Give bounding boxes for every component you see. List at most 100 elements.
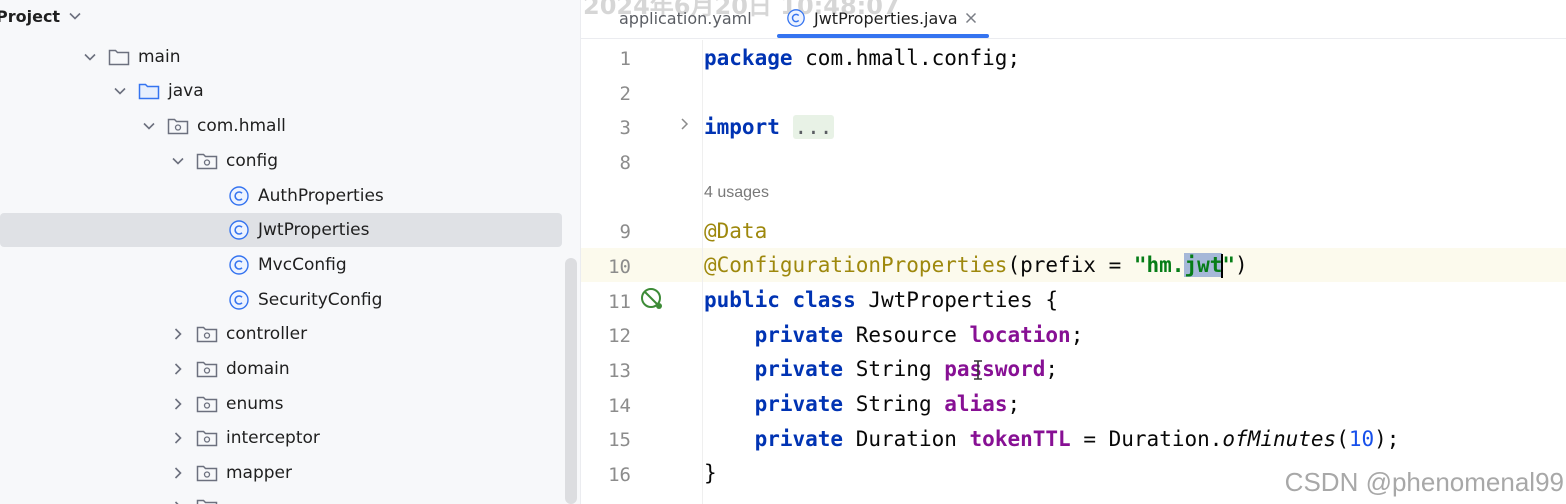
yaml-file-icon (591, 8, 611, 28)
tree-item-domain[interactable]: domain (0, 352, 562, 386)
indent-guide (702, 40, 703, 504)
tree-item-label: main (138, 47, 181, 67)
source-folder-icon (138, 80, 160, 102)
code-token: "hm. (1133, 253, 1185, 277)
close-icon[interactable] (964, 11, 978, 25)
class-icon (228, 219, 250, 241)
tree-item-authproperties[interactable]: AuthProperties (0, 179, 562, 213)
tree-item-interceptor[interactable]: interceptor (0, 421, 562, 455)
line-number: 14 (608, 395, 631, 417)
chevron-down-icon[interactable] (168, 151, 188, 171)
chevron-down-icon[interactable] (139, 116, 159, 136)
tree-item-mvcconfig[interactable]: MvcConfig (0, 248, 562, 282)
code-line-11[interactable]: public class JwtProperties { (704, 283, 1058, 317)
active-tab-indicator (777, 34, 989, 38)
tree-item-partial[interactable] (0, 490, 562, 504)
code-token: private (754, 427, 844, 451)
code-token: tokenTTL (969, 427, 1071, 451)
tree-item-enums[interactable]: enums (0, 387, 562, 421)
selected-text: jwt (1184, 253, 1223, 277)
tree-item-label: MvcConfig (258, 255, 347, 275)
code-token: String (843, 357, 945, 381)
tree-item-config[interactable]: config (0, 144, 562, 178)
class-icon (786, 8, 806, 28)
code-line-9[interactable]: @Data (704, 214, 767, 248)
tree-item-mapper[interactable]: mapper (0, 456, 562, 490)
tree-item-label: AuthProperties (258, 186, 384, 206)
tree-item-label: domain (226, 359, 290, 379)
package-icon (196, 393, 218, 415)
tree-item-label: SecurityConfig (258, 290, 383, 310)
code-token: JwtProperties { (855, 288, 1059, 312)
tab-jwtproperties-java[interactable]: JwtProperties.java (786, 0, 978, 36)
code-token: Resource (843, 323, 970, 347)
code-token: password (944, 357, 1046, 381)
code-line-3[interactable]: import ... (704, 110, 835, 144)
package-icon (196, 462, 218, 484)
code-line-15[interactable]: private Duration tokenTTL = Duration.ofM… (704, 422, 1400, 456)
line-number: 16 (608, 464, 631, 486)
tree-item-controller[interactable]: controller (0, 317, 562, 351)
text-cursor-icon (972, 359, 984, 385)
chevron-right-icon[interactable] (168, 463, 188, 483)
code-token: public class (704, 288, 856, 312)
tree-item-main[interactable]: main (0, 40, 562, 74)
code-token: (prefix = (1007, 253, 1134, 277)
line-number: 11 (608, 291, 631, 313)
chevron-down-icon[interactable] (80, 47, 100, 67)
package-icon (196, 323, 218, 345)
fold-chevron-icon[interactable] (679, 116, 691, 136)
class-icon (228, 254, 250, 276)
code-line-14[interactable]: private String alias; (704, 387, 1021, 421)
chevron-down-icon[interactable] (110, 81, 130, 101)
package-icon (196, 358, 218, 380)
chevron-right-icon[interactable] (168, 394, 188, 414)
tree-item-label: mapper (226, 463, 293, 483)
code-line-12[interactable]: private Resource location; (704, 318, 1084, 352)
folder-icon (108, 46, 130, 68)
code-token: } (704, 461, 717, 485)
tree-item-label: JwtProperties (258, 220, 370, 240)
project-panel: Project main java com.hmall config AuthP… (0, 0, 581, 504)
tree-item-java[interactable]: java (0, 74, 562, 108)
code-token: = Duration. (1070, 427, 1223, 451)
code-token: ofMinutes (1222, 427, 1337, 451)
project-scrollbar[interactable] (565, 258, 577, 504)
line-number: 3 (619, 117, 631, 139)
code-line-16[interactable]: } (704, 456, 717, 490)
code-line-13[interactable]: private String password; (704, 352, 1058, 386)
tab-application-yaml[interactable]: application.yaml (591, 0, 752, 36)
package-icon (196, 496, 218, 504)
code-token: ) (1235, 253, 1248, 277)
code-token: String (843, 392, 945, 416)
no-bean-gutter-icon[interactable] (639, 286, 665, 316)
chevron-right-icon[interactable] (168, 428, 188, 448)
class-icon (228, 185, 250, 207)
code-token: ); (1374, 427, 1400, 451)
chevron-right-icon[interactable] (168, 359, 188, 379)
chevron-right-icon[interactable] (168, 324, 188, 344)
chevron-right-icon[interactable] (168, 497, 188, 504)
code-token: Duration (843, 427, 970, 451)
tree-item-label: interceptor (226, 428, 320, 448)
code-line-1[interactable]: package com.hmall.config; (704, 41, 1020, 75)
folded-imports[interactable]: ... (792, 115, 835, 139)
tree-item-com-hmall[interactable]: com.hmall (0, 109, 562, 143)
chevron-down-icon[interactable] (68, 9, 82, 23)
project-header[interactable]: Project (0, 0, 580, 32)
code-line-10[interactable]: @ConfigurationProperties(prefix = "hm.jw… (704, 248, 1248, 282)
line-number: 15 (608, 429, 631, 451)
tree-item-securityconfig[interactable]: SecurityConfig (0, 283, 562, 317)
code-editor[interactable]: 2024年6月20日 10:48:07 application.yaml Jwt… (581, 0, 1566, 504)
line-number: 10 (608, 256, 631, 278)
code-token: " (1222, 253, 1236, 277)
line-number: 13 (608, 360, 631, 382)
code-token: ; (1007, 392, 1021, 416)
usages-hint[interactable]: 4 usages (704, 184, 769, 202)
line-number: 12 (608, 325, 631, 347)
line-number: 2 (619, 83, 631, 105)
tree-item-jwtproperties[interactable]: JwtProperties (0, 213, 562, 247)
code-token: location (969, 323, 1071, 347)
code-token: com.hmall.config; (792, 46, 1021, 70)
tab-label: application.yaml (619, 8, 752, 28)
